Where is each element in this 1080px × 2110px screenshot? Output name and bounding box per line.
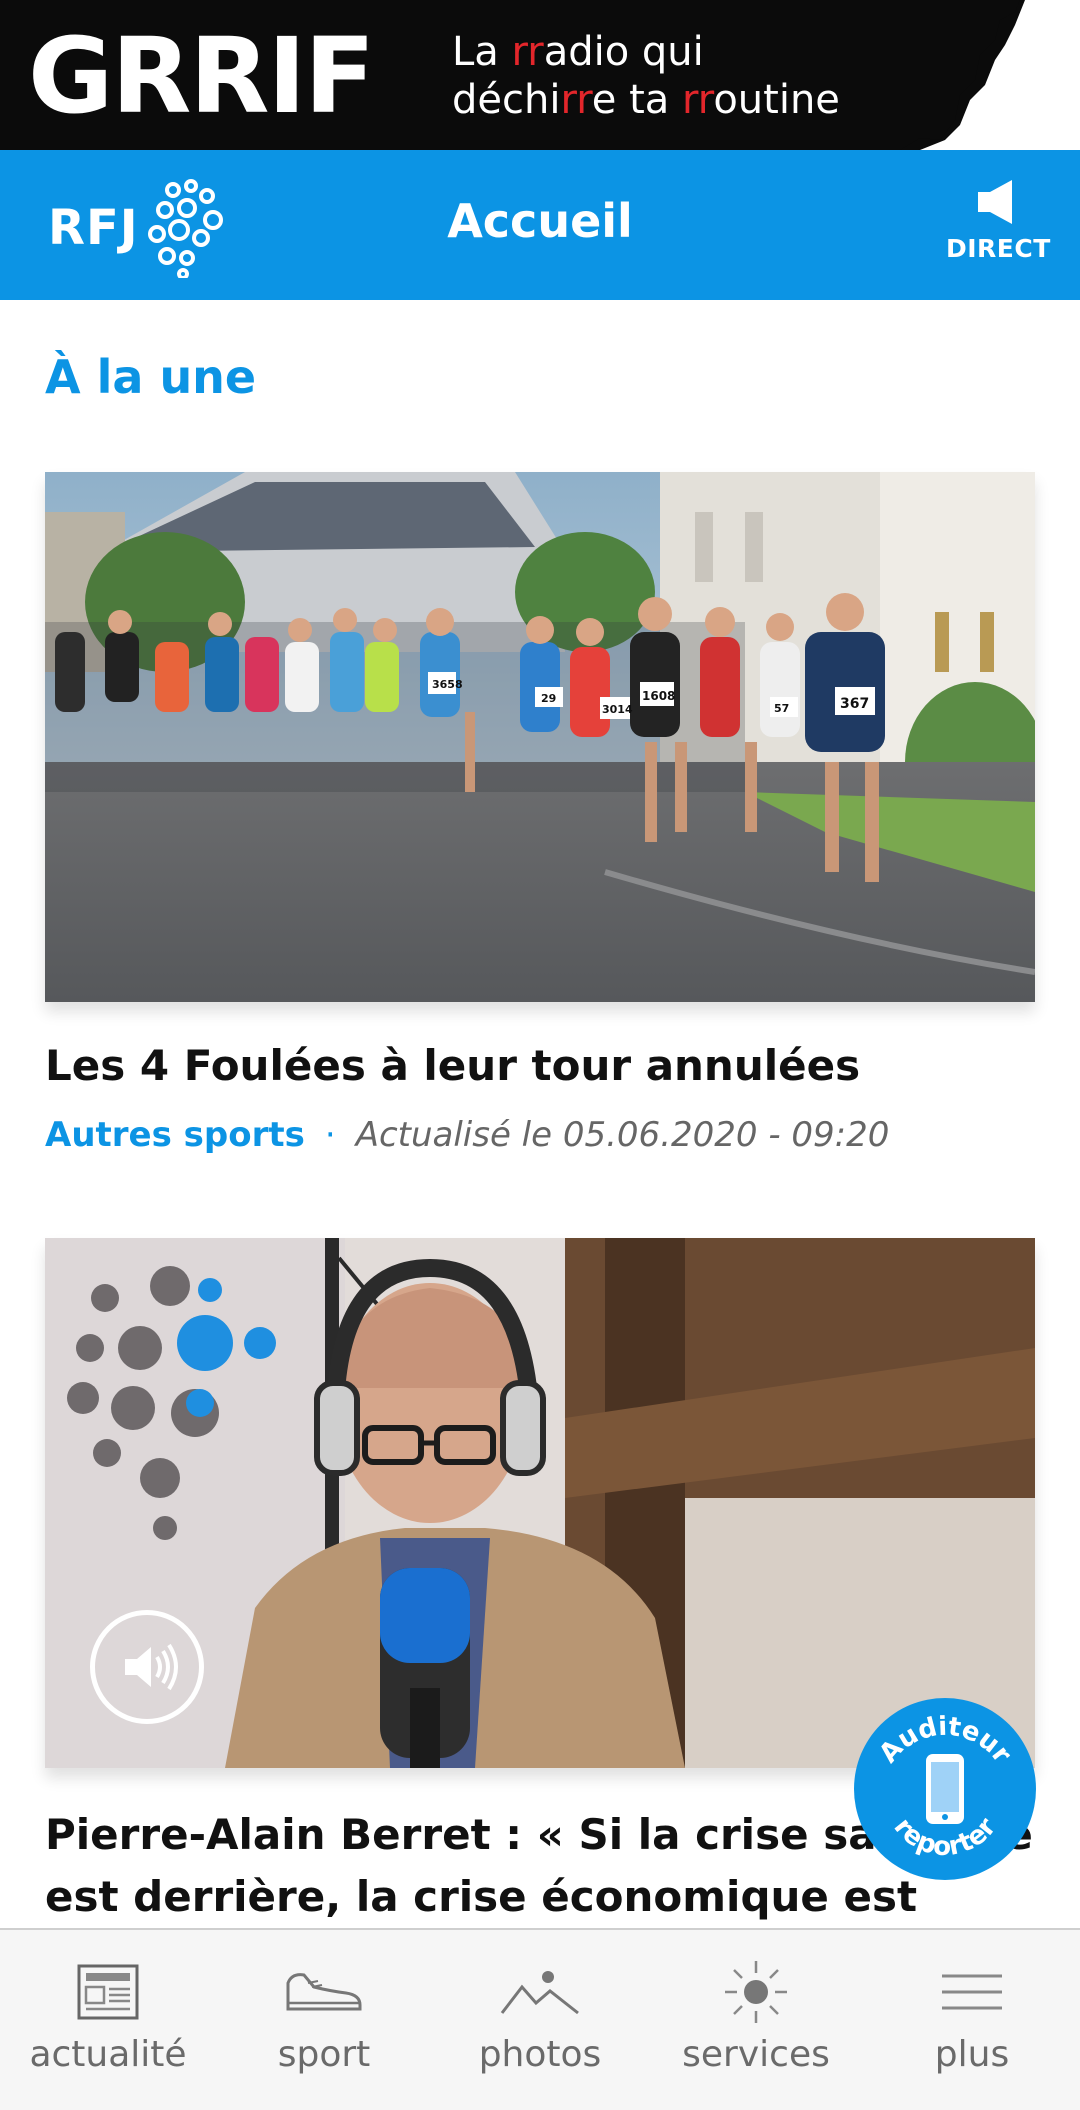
direct-label: DIRECT bbox=[946, 234, 1051, 263]
newspaper-icon bbox=[77, 1964, 139, 2020]
nav-label: actualité bbox=[29, 2034, 187, 2075]
torn-paper-graphic bbox=[900, 0, 1080, 150]
section-title: À la une bbox=[45, 350, 257, 404]
speaker-icon bbox=[978, 180, 1012, 224]
article-image-runners[interactable]: 367 1608 3014 3658 29 57 bbox=[45, 472, 1035, 1002]
page-title: Accueil bbox=[447, 194, 633, 248]
bib-number: 1608 bbox=[642, 689, 675, 703]
smartphone-icon bbox=[926, 1754, 964, 1824]
ad-tagline: La rradio qui déchirre ta rroutine bbox=[452, 29, 840, 123]
mountain-photo-icon bbox=[500, 1971, 579, 2015]
bib-number: 3014 bbox=[602, 703, 633, 716]
sun-icon bbox=[725, 1961, 787, 2023]
speaker-sound-icon bbox=[125, 1643, 178, 1691]
nav-item-services[interactable]: services bbox=[648, 1930, 864, 2110]
ad-banner[interactable]: GRRIF La rradio qui déchirre ta rroutine bbox=[0, 0, 1080, 150]
article-meta: Autres sports · Actualisé le 05.06.2020 … bbox=[45, 1115, 889, 1155]
nav-label: plus bbox=[934, 2034, 1010, 2075]
bib-number: 57 bbox=[774, 702, 789, 715]
meta-separator: · bbox=[324, 1115, 336, 1155]
bib-number: 3658 bbox=[432, 678, 463, 691]
article-category-link[interactable]: Autres sports bbox=[45, 1115, 305, 1155]
app-header: RFJ Accueil DIRECT bbox=[0, 150, 1080, 300]
bib-number: 29 bbox=[541, 692, 556, 705]
nav-item-actualite[interactable]: actualité bbox=[0, 1930, 216, 2110]
play-audio-button[interactable] bbox=[90, 1610, 204, 1724]
live-direct-button[interactable]: DIRECT bbox=[946, 178, 1051, 278]
sneaker-icon bbox=[286, 1973, 362, 2011]
bottom-navigation: actualité sport photos services plus bbox=[0, 1928, 1080, 2110]
nav-item-sport[interactable]: sport bbox=[216, 1930, 432, 2110]
article-date: Actualisé le 05.06.2020 - 09:20 bbox=[355, 1115, 890, 1155]
auditeur-reporter-button[interactable]: Auditeur reporter bbox=[854, 1698, 1036, 1880]
bib-number: 367 bbox=[840, 696, 869, 712]
nav-label: sport bbox=[277, 2034, 371, 2075]
menu-lines-icon bbox=[942, 1974, 1002, 2010]
nav-label: photos bbox=[478, 2034, 602, 2075]
article-title[interactable]: Les 4 Foulées à leur tour annulées bbox=[45, 1035, 1045, 1097]
nav-label: services bbox=[682, 2034, 830, 2075]
nav-item-plus[interactable]: plus bbox=[864, 1930, 1080, 2110]
ad-logo: GRRIF bbox=[28, 15, 375, 137]
nav-item-photos[interactable]: photos bbox=[432, 1930, 648, 2110]
